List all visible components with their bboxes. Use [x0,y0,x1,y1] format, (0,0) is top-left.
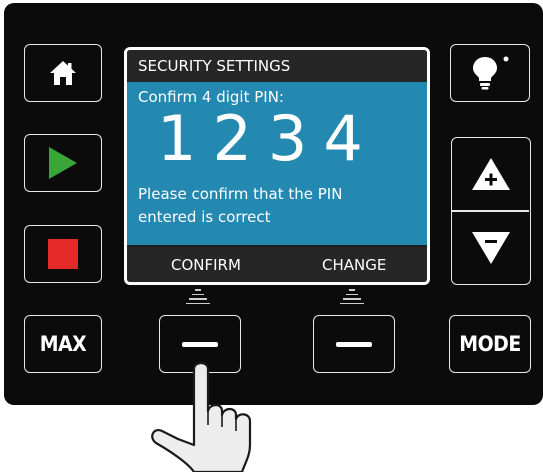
softkey-label-change: CHANGE [322,256,387,274]
lcd-display: SECURITY SETTINGS Confirm 4 digit PIN: 1… [124,47,430,285]
dash-icon [182,341,218,347]
softkey-label-confirm: CONFIRM [171,256,241,274]
home-button[interactable] [24,44,102,102]
max-button[interactable]: MAX [24,315,102,373]
light-button[interactable] [450,44,530,102]
hand-pointer-icon [151,361,252,472]
start-button[interactable] [24,134,102,192]
mode-label: MODE [459,332,521,356]
softkey-indicator-right [340,289,364,307]
confirm-message: Please confirm that the PIN entered is c… [138,185,343,226]
mode-button[interactable]: MODE [449,315,531,373]
softkey-bar: CONFIRM CHANGE [127,247,427,282]
screen-title: SECURITY SETTINGS [127,50,427,82]
screen-body: Confirm 4 digit PIN: 1234 Please confirm… [127,82,427,245]
stop-icon [48,239,78,269]
stop-button[interactable] [24,225,102,283]
minus-icon [472,232,510,264]
softkey-change-button[interactable] [313,315,395,373]
softkey-indicator-left [186,289,210,307]
plus-icon [472,158,510,190]
max-label: MAX [39,332,87,356]
play-icon [49,147,77,179]
dash-icon [336,341,372,347]
decrease-button[interactable] [452,212,530,284]
pin-digits: 1234 [157,102,379,175]
light-bulb-icon [473,56,509,90]
increase-button[interactable] [452,138,530,210]
home-icon [50,61,76,85]
